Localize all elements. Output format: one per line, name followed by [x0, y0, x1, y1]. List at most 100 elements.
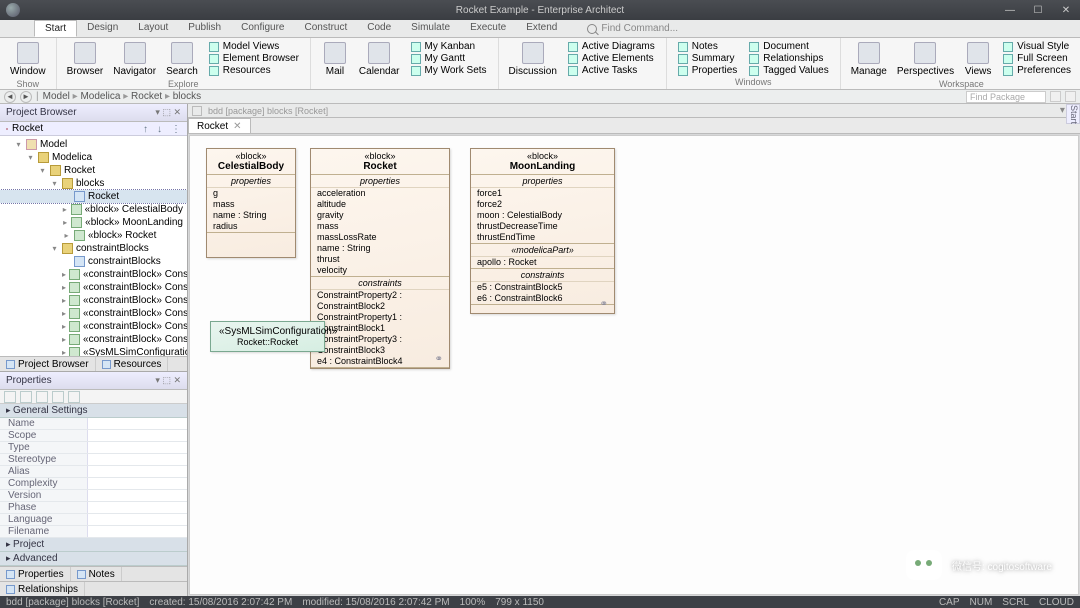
tree-node[interactable]: ▸«constraintBlock» ConstraintBlock1: [0, 268, 187, 281]
relationships-item[interactable]: Relationships: [747, 53, 830, 64]
tree-node[interactable]: ▸«block» MoonLanding: [0, 216, 187, 229]
block-moonlanding[interactable]: «block»MoonLanding propertiesforce1force…: [470, 148, 615, 314]
property-row[interactable]: Type: [0, 442, 187, 454]
mail-button[interactable]: Mail: [317, 40, 353, 79]
tree-node[interactable]: ▸«constraintBlock» ConstraintBlock2: [0, 281, 187, 294]
tree-node[interactable]: ▾Rocket: [0, 164, 187, 177]
ribbon-tab-design[interactable]: Design: [77, 20, 128, 37]
manage-button[interactable]: Manage: [847, 40, 891, 79]
property-row[interactable]: Name: [0, 418, 187, 430]
ptool-4[interactable]: [52, 391, 64, 403]
tree-node[interactable]: ▾Modelica: [0, 151, 187, 164]
ptool-5[interactable]: [68, 391, 80, 403]
property-row[interactable]: Phase: [0, 502, 187, 514]
calendar-button[interactable]: Calendar: [355, 40, 404, 79]
window-button[interactable]: Window: [6, 40, 50, 79]
ribbon-tab-simulate[interactable]: Simulate: [401, 20, 460, 37]
panel-tab[interactable]: Properties: [0, 567, 71, 581]
relationships-tab[interactable]: Relationships: [0, 582, 85, 596]
visual-style-item[interactable]: Visual Style: [1001, 41, 1073, 52]
diagram-canvas[interactable]: «block»CelestialBody propertiesgmassname…: [189, 135, 1079, 595]
general-settings-header[interactable]: ▸ General Settings: [0, 404, 187, 418]
property-row[interactable]: Language: [0, 514, 187, 526]
property-row[interactable]: Complexity: [0, 478, 187, 490]
property-row[interactable]: Stereotype: [0, 454, 187, 466]
tree-node[interactable]: ▾Model: [0, 138, 187, 151]
pin-icon[interactable]: ▾ ⬚ ✕: [155, 375, 181, 386]
ribbon-tab-publish[interactable]: Publish: [178, 20, 231, 37]
ribbon-tab-construct[interactable]: Construct: [294, 20, 357, 37]
worksets-item[interactable]: My Work Sets: [409, 65, 489, 76]
start-side-tab[interactable]: Start: [1066, 104, 1080, 124]
resources-item[interactable]: Resources: [207, 65, 301, 76]
ribbon-tab-layout[interactable]: Layout: [128, 20, 178, 37]
find-command[interactable]: Find Command...: [587, 20, 678, 37]
views-button[interactable]: Views: [960, 40, 996, 79]
pb-tool-1[interactable]: ↑: [143, 124, 153, 134]
close-button[interactable]: ✕: [1052, 0, 1080, 20]
navigator-button[interactable]: Navigator: [109, 40, 160, 79]
ribbon-tab-start[interactable]: Start: [34, 20, 77, 37]
tree-node[interactable]: ▸«constraintBlock» ConstraintBlock5: [0, 320, 187, 333]
notes-item[interactable]: Notes: [676, 41, 740, 52]
ribbon-tab-extend[interactable]: Extend: [516, 20, 567, 37]
property-row[interactable]: Alias: [0, 466, 187, 478]
tree-node[interactable]: ▾blocks: [0, 177, 187, 190]
pb-tool-3[interactable]: ⋮: [171, 124, 181, 134]
breadcrumb-item[interactable]: Rocket: [131, 91, 162, 102]
panel-tab[interactable]: Notes: [71, 567, 122, 581]
project-header[interactable]: ▸ Project: [0, 538, 187, 552]
property-row[interactable]: Version: [0, 490, 187, 502]
breadcrumb-item[interactable]: Modelica: [80, 91, 120, 102]
gantt-item[interactable]: My Gantt: [409, 53, 489, 64]
search-button[interactable]: Search: [162, 40, 202, 79]
property-row[interactable]: Scope: [0, 430, 187, 442]
panel-tab[interactable]: Project Browser: [0, 357, 96, 371]
find-package-input[interactable]: Find Package: [966, 91, 1046, 103]
minimize-button[interactable]: —: [996, 0, 1024, 20]
discussion-button[interactable]: Discussion: [505, 40, 561, 79]
tree-node[interactable]: ▾constraintBlocks: [0, 242, 187, 255]
tree-node[interactable]: constraintBlocks: [0, 255, 187, 268]
nav-back-button[interactable]: ◄: [4, 91, 16, 103]
tagged-item[interactable]: Tagged Values: [747, 65, 830, 76]
advanced-header[interactable]: ▸ Advanced: [0, 552, 187, 566]
close-tab-icon[interactable]: ✕: [233, 121, 241, 132]
tree-node[interactable]: ▸«block» Rocket: [0, 229, 187, 242]
panel-tab[interactable]: Resources: [96, 357, 169, 371]
active-elements-item[interactable]: Active Elements: [566, 53, 657, 64]
pb-root[interactable]: Rocket: [12, 123, 43, 134]
ribbon-tab-code[interactable]: Code: [357, 20, 401, 37]
perspectives-button[interactable]: Perspectives: [893, 40, 958, 79]
project-tree[interactable]: ▾Model▾Modelica▾Rocket▾blocksRocket▸«blo…: [0, 136, 187, 356]
active-diagrams-item[interactable]: Active Diagrams: [566, 41, 657, 52]
browser-button[interactable]: Browser: [63, 40, 108, 79]
nav-fwd-button[interactable]: ►: [20, 91, 32, 103]
ptool-1[interactable]: [4, 391, 16, 403]
ribbon-tab-execute[interactable]: Execute: [460, 20, 516, 37]
block-simconfig[interactable]: «SysMLSimConfiguration» Rocket::Rocket: [210, 321, 325, 352]
tree-node[interactable]: ▸«constraintBlock» ConstraintBlock4: [0, 307, 187, 320]
tree-node[interactable]: ▸«constraintBlock» ConstraintBlock3: [0, 294, 187, 307]
property-row[interactable]: Filename: [0, 526, 187, 538]
breadcrumb-item[interactable]: Model: [43, 91, 70, 102]
diagram-tab[interactable]: Rocket✕: [188, 118, 251, 133]
pb-tool-2[interactable]: ↓: [157, 124, 167, 134]
tree-node[interactable]: Rocket: [0, 190, 187, 203]
tree-node[interactable]: ▸«block» CelestialBody: [0, 203, 187, 216]
element-browser-item[interactable]: Element Browser: [207, 53, 301, 64]
tree-node[interactable]: ▸«SysMLSimConfiguration» Rocket: [0, 346, 187, 356]
full-screen-item[interactable]: Full Screen: [1001, 53, 1073, 64]
ribbon-tab-configure[interactable]: Configure: [231, 20, 294, 37]
ptool-3[interactable]: [36, 391, 48, 403]
nav-tool-1[interactable]: [1050, 91, 1061, 102]
active-tasks-item[interactable]: Active Tasks: [566, 65, 657, 76]
ptool-2[interactable]: [20, 391, 32, 403]
breadcrumb-item[interactable]: blocks: [173, 91, 201, 102]
pin-icon[interactable]: ▾ ⬚ ✕: [155, 107, 181, 118]
maximize-button[interactable]: ☐: [1024, 0, 1052, 20]
preferences-item[interactable]: Preferences: [1001, 65, 1073, 76]
summary-item[interactable]: Summary: [676, 53, 740, 64]
block-celestialbody[interactable]: «block»CelestialBody propertiesgmassname…: [206, 148, 296, 258]
nav-tool-2[interactable]: [1065, 91, 1076, 102]
